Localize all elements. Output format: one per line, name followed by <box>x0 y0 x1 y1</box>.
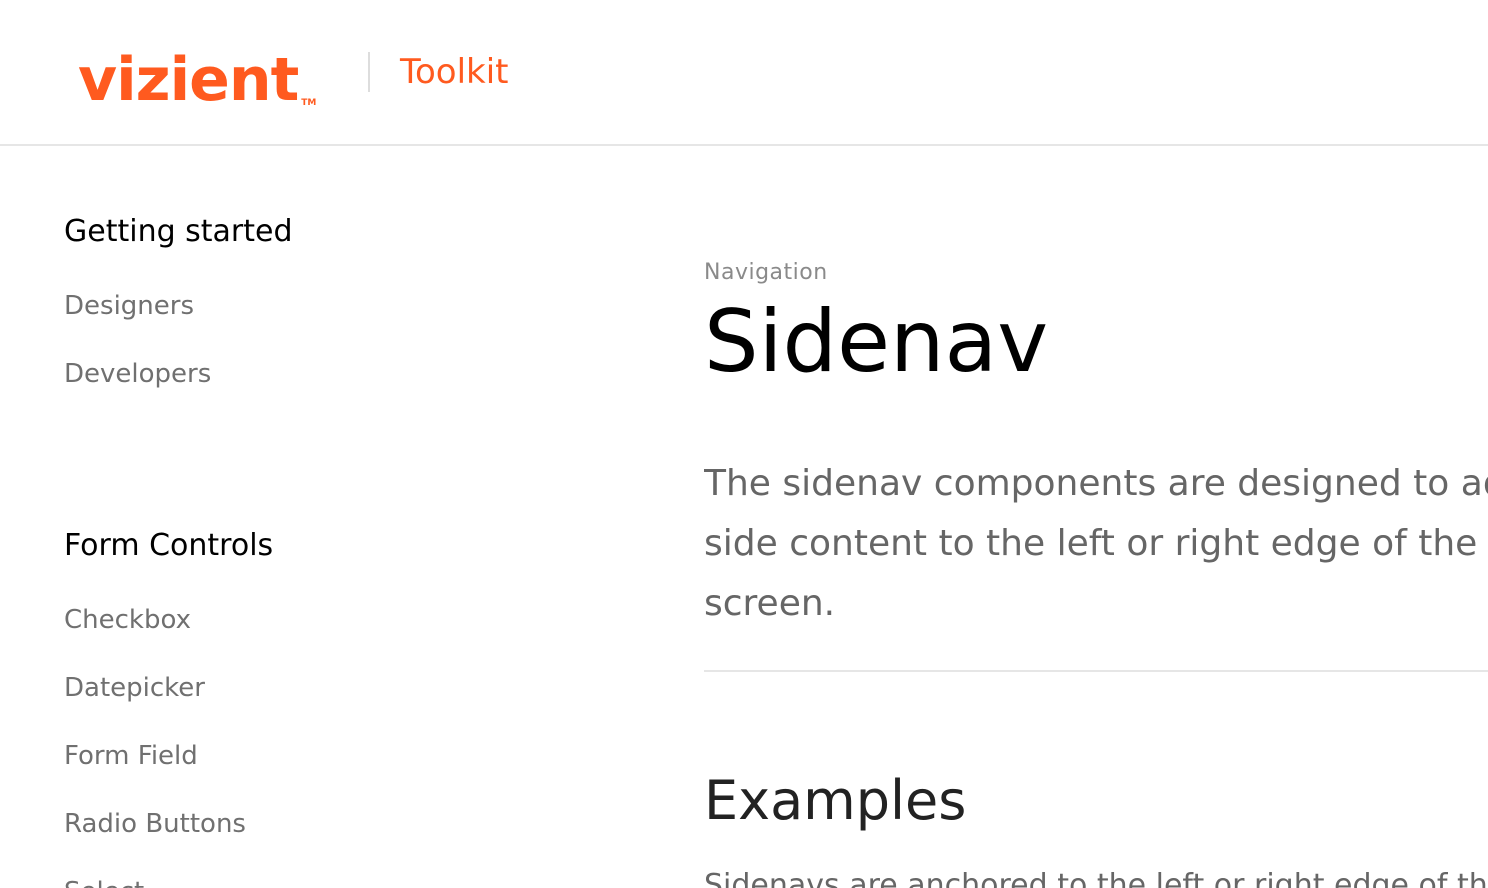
site-header: vizient TM Toolkit <box>0 0 1488 146</box>
section-title-form-controls: Form Controls <box>64 528 274 563</box>
section-divider <box>704 670 1488 672</box>
sidebar-item-checkbox[interactable]: Checkbox <box>64 602 624 638</box>
sidebar-item-datepicker[interactable]: Datepicker <box>64 670 624 706</box>
nav-section-form-controls: Form Controls Checkbox Datepicker Form F… <box>64 526 624 888</box>
sidebar-item-radio-buttons[interactable]: Radio Buttons <box>64 806 624 842</box>
sidebar-item-form-field[interactable]: Form Field <box>64 738 624 774</box>
nav-section-getting-started: Getting started Designers Developers <box>64 212 624 392</box>
lead-paragraph: The sidenav components are designed to a… <box>704 463 1488 624</box>
examples-heading: Examples <box>704 769 967 832</box>
main-content: Navigation Sidenav The sidenav component… <box>704 146 1488 888</box>
sidebar-item-select[interactable]: Select <box>64 874 624 888</box>
vizient-logo[interactable]: vizient TM <box>78 30 316 110</box>
header-divider <box>368 52 370 92</box>
toolkit-home-link[interactable]: Toolkit <box>400 52 509 92</box>
examples-paragraph: Sidenavs are anchored to the left or rig… <box>704 868 1488 888</box>
category-eyebrow: Navigation <box>704 260 828 285</box>
sidebar-item-developers[interactable]: Developers <box>64 356 624 392</box>
logo-wordmark: vizient <box>78 45 299 115</box>
sidebar-nav: Getting started Designers Developers For… <box>64 146 624 888</box>
logo-trademark: TM <box>301 98 317 108</box>
page-title: Sidenav <box>704 292 1049 392</box>
sidebar-item-designers[interactable]: Designers <box>64 288 624 324</box>
section-title-getting-started: Getting started <box>64 214 293 249</box>
